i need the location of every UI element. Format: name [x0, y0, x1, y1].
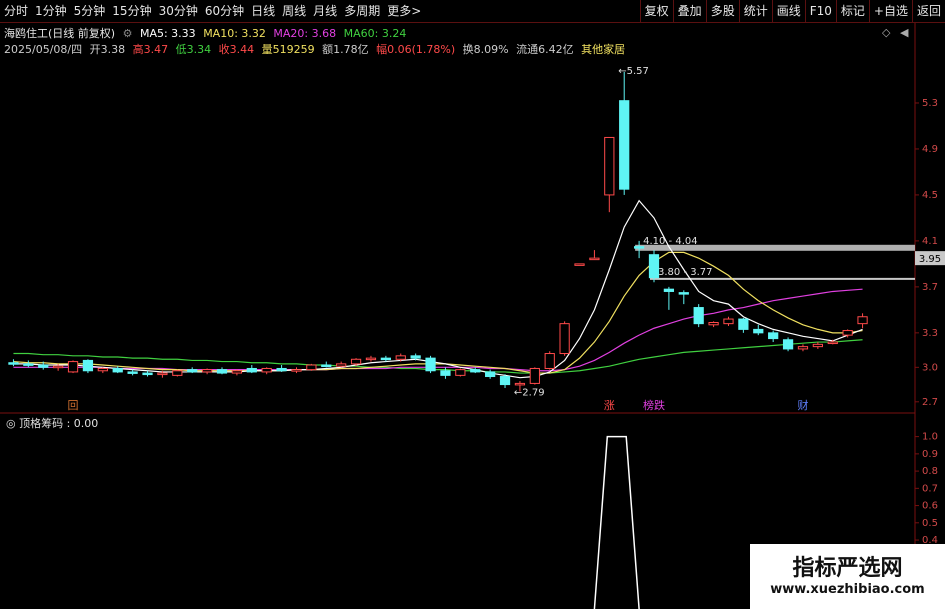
sub-tick-label-7: 0.7 [922, 483, 938, 494]
candle-body-56 [842, 330, 853, 336]
event-marker-3: 财 [797, 398, 808, 412]
candle-body-30 [455, 369, 466, 376]
candle-body-14 [216, 369, 228, 374]
event-marker-2: 榜跌 [643, 398, 665, 412]
candle-body-35 [529, 367, 540, 384]
candle-body-52 [782, 339, 794, 350]
ma10-line [13, 251, 863, 374]
price-tick-label-7: 5.3 [922, 98, 938, 109]
candle-body-8 [127, 371, 138, 374]
candle-body-16 [246, 367, 257, 373]
candle-body-17 [261, 367, 272, 373]
candle-body-28 [425, 357, 436, 372]
candle-body-13 [201, 369, 213, 373]
candle-body-24 [365, 357, 377, 361]
candle-body-41 [619, 100, 630, 190]
event-marker-1: 涨 [604, 399, 615, 412]
candle-body-49 [738, 318, 749, 330]
current-price-label: 3.95 [919, 254, 941, 265]
price-tick-label-2: 3.3 [922, 328, 938, 339]
price-tick-label-1: 3.0 [922, 362, 938, 373]
candle-body-38 [574, 263, 585, 266]
watermark: 指标严选网 www.xuezhibiao.com [750, 544, 945, 609]
sub-indicator-title: ◎ 顶格筹码 : 0.00 [6, 416, 98, 430]
candle-body-54 [812, 343, 823, 348]
candle-body-12 [187, 369, 198, 373]
band-annotation-upper: 4.10 - 4.04 [643, 236, 698, 247]
sub-indicator-line [593, 435, 640, 609]
watermark-url: www.xuezhibiao.com [770, 582, 925, 597]
candle-body-18 [276, 367, 287, 372]
candle-body-5 [82, 359, 94, 372]
candle-body-47 [708, 322, 719, 326]
candle-body-25 [380, 357, 391, 361]
candle-body-19 [291, 369, 302, 372]
high-annotation: ←5.57 [618, 66, 649, 77]
candle-body-45 [678, 292, 689, 295]
candle-body-2 [38, 364, 49, 368]
price-tick-label-5: 4.5 [922, 190, 938, 201]
candle-body-1 [23, 363, 34, 366]
candle-body-11 [172, 370, 183, 376]
candle-body-32 [485, 371, 496, 378]
candle-body-50 [753, 328, 764, 334]
sub-tick-label-10: 1.0 [922, 432, 938, 443]
candle-body-29 [440, 370, 451, 376]
candle-body-42 [633, 246, 645, 249]
price-tick-label-6: 4.9 [922, 144, 938, 155]
candle-body-26 [395, 355, 406, 360]
sub-tick-label-9: 0.9 [922, 449, 938, 460]
candle-body-20 [306, 364, 317, 371]
candle-body-15 [231, 370, 243, 374]
candle-body-31 [470, 369, 481, 373]
candle-body-4 [67, 361, 79, 373]
sub-tick-label-6: 0.6 [922, 501, 938, 512]
candle-body-40 [604, 136, 615, 196]
candle-body-10 [157, 372, 168, 376]
ma5-line [13, 199, 863, 379]
candle-body-53 [797, 346, 809, 350]
watermark-title: 指标严选网 [792, 556, 903, 581]
candle-body-33 [499, 376, 511, 386]
event-marker-0: 回 [68, 399, 79, 412]
candle-body-9 [142, 372, 153, 376]
candle-body-44 [663, 288, 675, 292]
candle-body-36 [544, 353, 555, 369]
kline-chart: 2.73.03.33.74.14.54.95.30.00.10.20.30.40… [0, 23, 945, 609]
candle-body-46 [693, 307, 704, 325]
candle-body-37 [559, 323, 570, 355]
candle-body-55 [827, 341, 838, 345]
candle-body-7 [112, 367, 123, 373]
sub-tick-label-8: 0.8 [922, 466, 938, 477]
candle-body-34 [514, 382, 526, 386]
candle-body-6 [97, 367, 108, 372]
price-tick-label-3: 3.7 [922, 282, 938, 293]
candle-body-51 [768, 332, 779, 340]
candle-body-3 [53, 365, 64, 369]
candle-body-22 [336, 363, 347, 367]
candle-body-39 [589, 257, 600, 261]
sub-tick-label-5: 0.5 [922, 518, 938, 529]
candle-body-57 [857, 316, 868, 325]
low-annotation: ←2.79 [514, 387, 545, 398]
candle-body-27 [410, 355, 421, 359]
candle-body-48 [723, 318, 734, 325]
candle-body-0 [8, 362, 19, 365]
band-annotation-lower: 3.80 - 3.77 [658, 267, 713, 278]
price-tick-label-0: 2.7 [922, 397, 938, 408]
candle-body-23 [350, 358, 362, 365]
candle-body-21 [321, 364, 332, 368]
price-tick-label-4: 4.1 [922, 236, 938, 247]
